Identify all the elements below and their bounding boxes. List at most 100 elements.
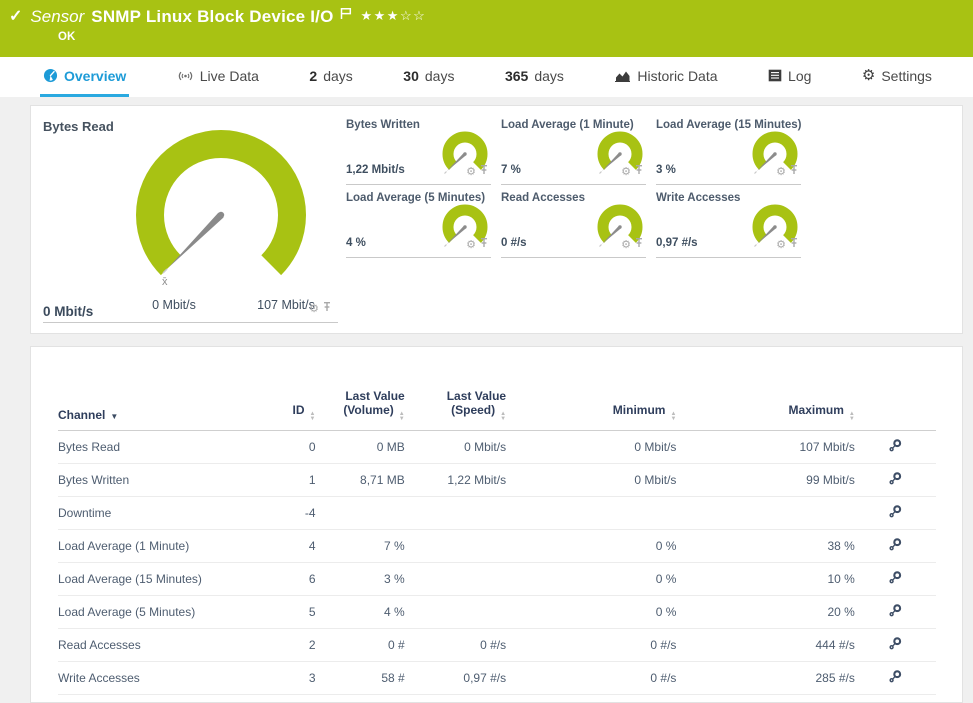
gauge-settings-icon[interactable]: ⚙ — [776, 235, 786, 253]
channel-last-value-speed — [405, 596, 506, 629]
channel-settings-icon[interactable] — [888, 541, 903, 555]
tab-label: Log — [788, 68, 811, 84]
tab-historic-data[interactable]: Historic Data — [611, 57, 720, 97]
tab-label: Settings — [881, 68, 932, 84]
column-header-last-value-speed[interactable]: Last Value (Speed)▲▼ — [405, 389, 506, 431]
histdata-icon — [614, 69, 631, 83]
channel-settings-icon[interactable] — [888, 673, 903, 687]
gauge-pin-icon[interactable] — [789, 162, 799, 180]
gauge-settings-icon[interactable]: ⚙ — [466, 162, 476, 180]
tab-label: days — [323, 68, 353, 84]
channel-settings-icon[interactable] — [888, 640, 903, 654]
table-row: Bytes Written 1 8,71 MB 1,22 Mbit/s 0 Mb… — [58, 464, 936, 497]
tab-365-days[interactable]: 365 days — [502, 57, 567, 97]
table-row: Bytes Read 0 0 MB 0 Mbit/s 0 Mbit/s 107 … — [58, 431, 936, 464]
gauge-tile-read-accesses: Read Accesses 0 #/s ⚙ — [501, 192, 656, 258]
table-row: Load Average (15 Minutes) 6 3 % 0 % 10 % — [58, 563, 936, 596]
gauge-current-value: 1,22 Mbit/s — [346, 164, 405, 176]
gauge-pin-icon[interactable] — [789, 235, 799, 253]
channel-minimum: 0 % — [506, 596, 676, 629]
priority-flag-icon[interactable] — [340, 7, 352, 20]
channel-table: Channel▼ ID▲▼ Last Value (Volume)▲▼ Last… — [58, 389, 936, 695]
tab-settings[interactable]: ⚙ Settings — [859, 57, 935, 97]
channel-last-value-speed: 0 Mbit/s — [405, 431, 506, 464]
gear-icon: ⚙ — [862, 68, 875, 83]
channel-id: -4 — [257, 497, 316, 530]
gauge-scale-min: 0 Mbit/s — [129, 298, 219, 312]
column-header-last-value-volume[interactable]: Last Value (Volume)▲▼ — [316, 389, 405, 431]
gauge-pin-icon[interactable] — [634, 162, 644, 180]
gauge-tile-load-average-5-minutes: Load Average (5 Minutes) 4 % ⚙ — [346, 192, 501, 258]
column-header-minimum[interactable]: Minimum▲▼ — [506, 389, 676, 431]
priority-stars[interactable]: ★★★☆☆ — [361, 8, 427, 24]
status-badge: OK — [58, 31, 963, 43]
tile-separator — [43, 322, 338, 323]
column-header-maximum[interactable]: Maximum▲▼ — [676, 389, 854, 431]
channel-maximum: 10 % — [676, 563, 854, 596]
sort-icon: ▲▼ — [500, 412, 506, 422]
channel-last-value-volume: 7 % — [316, 530, 405, 563]
channel-settings-icon[interactable] — [888, 607, 903, 621]
channel-minimum: 0 % — [506, 563, 676, 596]
gauge-settings-icon[interactable]: ⚙ — [621, 235, 631, 253]
tab-number: 2 — [309, 68, 317, 84]
table-row: Read Accesses 2 0 # 0 #/s 0 #/s 444 #/s — [58, 629, 936, 662]
channel-last-value-volume: 0 # — [316, 629, 405, 662]
channel-id: 2 — [257, 629, 316, 662]
channel-name[interactable]: Load Average (1 Minute) — [58, 530, 257, 563]
channel-name[interactable]: Bytes Read — [58, 431, 257, 464]
channel-maximum: 285 #/s — [676, 662, 854, 695]
channel-id: 4 — [257, 530, 316, 563]
channel-last-value-speed — [405, 563, 506, 596]
tab-log[interactable]: Log — [765, 57, 814, 97]
sort-desc-icon: ▼ — [110, 412, 118, 421]
tab-overview[interactable]: Overview — [40, 57, 129, 97]
tab-30-days[interactable]: 30 days — [400, 57, 457, 97]
channel-name[interactable]: Read Accesses — [58, 629, 257, 662]
overview-gauges-panel: Bytes Read x̄ 0 Mbit/s 107 Mbit/s 0 Mbit… — [30, 105, 963, 334]
gauge-settings-icon[interactable]: ⚙ — [466, 235, 476, 253]
channel-maximum: 38 % — [676, 530, 854, 563]
channel-id: 5 — [257, 596, 316, 629]
gauge-settings-icon[interactable]: ⚙ — [309, 299, 319, 317]
channel-name[interactable]: Load Average (15 Minutes) — [58, 563, 257, 596]
gauge-pin-icon[interactable] — [479, 235, 489, 253]
gauge-settings-icon[interactable]: ⚙ — [621, 162, 631, 180]
channel-table-body: Bytes Read 0 0 MB 0 Mbit/s 0 Mbit/s 107 … — [58, 431, 936, 695]
channel-name[interactable]: Write Accesses — [58, 662, 257, 695]
channel-name[interactable]: Bytes Written — [58, 464, 257, 497]
column-header-id[interactable]: ID▲▼ — [257, 389, 316, 431]
tab-live-data[interactable]: Live Data — [174, 57, 262, 97]
channel-id: 0 — [257, 431, 316, 464]
channel-last-value-volume: 8,71 MB — [316, 464, 405, 497]
gauge-pin-icon[interactable] — [634, 235, 644, 253]
gauge-icon — [43, 68, 58, 83]
tile-separator — [346, 257, 491, 258]
channel-minimum: 0 Mbit/s — [506, 464, 676, 497]
channel-name[interactable]: Load Average (5 Minutes) — [58, 596, 257, 629]
channel-last-value-volume — [316, 497, 405, 530]
tab-2-days[interactable]: 2 days — [306, 57, 355, 97]
gauge-pin-icon[interactable] — [322, 299, 332, 317]
sort-icon: ▲▼ — [310, 412, 316, 422]
channel-settings-icon[interactable] — [888, 508, 903, 522]
channel-last-value-speed — [405, 530, 506, 563]
channel-table-panel: Channel▼ ID▲▼ Last Value (Volume)▲▼ Last… — [30, 346, 963, 703]
channel-maximum — [676, 497, 854, 530]
gauge-tile-bytes-written: Bytes Written 1,22 Mbit/s ⚙ — [346, 119, 501, 185]
table-row: Write Accesses 3 58 # 0,97 #/s 0 #/s 285… — [58, 662, 936, 695]
gauge-settings-icon[interactable]: ⚙ — [776, 162, 786, 180]
channel-last-value-volume: 4 % — [316, 596, 405, 629]
channel-last-value-volume: 3 % — [316, 563, 405, 596]
channel-settings-icon[interactable] — [888, 442, 903, 456]
column-header-channel[interactable]: Channel▼ — [58, 389, 257, 431]
tile-separator — [656, 257, 801, 258]
channel-settings-icon[interactable] — [888, 574, 903, 588]
table-row: Load Average (1 Minute) 4 7 % 0 % 38 % — [58, 530, 936, 563]
gauge-tile-write-accesses: Write Accesses 0,97 #/s ⚙ — [656, 192, 811, 258]
channel-settings-icon[interactable] — [888, 475, 903, 489]
channel-name[interactable]: Downtime — [58, 497, 257, 530]
tab-label: days — [534, 68, 564, 84]
channel-minimum: 0 #/s — [506, 662, 676, 695]
gauge-pin-icon[interactable] — [479, 162, 489, 180]
